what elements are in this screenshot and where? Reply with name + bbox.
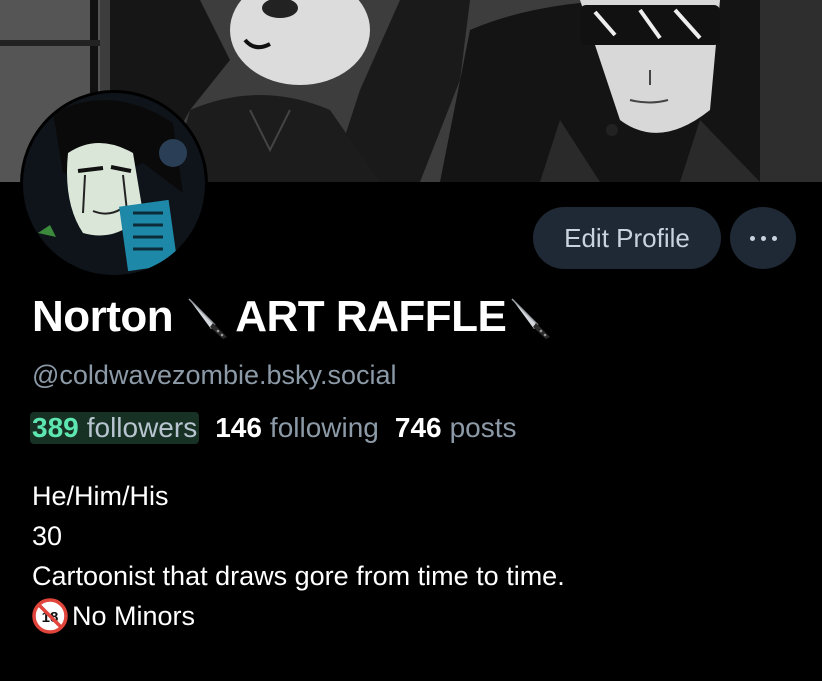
- bio-age: 30: [32, 521, 63, 551]
- following-link[interactable]: 146 following: [215, 412, 379, 444]
- profile-stats: 389 followers 146 following 746 posts: [30, 412, 533, 444]
- bio-no-minors-text: No Minors: [72, 601, 196, 631]
- more-options-button[interactable]: [730, 207, 796, 269]
- ellipsis-icon: [747, 235, 780, 241]
- avatar-artwork: [23, 93, 205, 275]
- edit-profile-label: Edit Profile: [564, 222, 690, 253]
- avatar[interactable]: [20, 90, 208, 278]
- display-name: Norton ART RAFFLE: [32, 292, 558, 342]
- posts-count: 746: [394, 412, 442, 443]
- kitchen-knife-icon: [508, 293, 556, 341]
- posts-label: posts: [449, 412, 517, 443]
- followers-count: 389: [32, 412, 79, 443]
- bio-no-minors: 18 No Minors: [32, 596, 565, 636]
- no-one-under-eighteen-icon: 18: [32, 598, 68, 634]
- following-label: following: [269, 412, 379, 443]
- following-count: 146: [215, 412, 262, 443]
- kitchen-knife-icon: [185, 293, 233, 341]
- followers-link[interactable]: 389 followers: [30, 412, 200, 444]
- display-name-part2: ART RAFFLE: [235, 292, 507, 341]
- profile-bio: He/Him/His 30 Cartoonist that draws gore…: [32, 476, 565, 636]
- followers-label: followers: [86, 412, 198, 443]
- posts-count-text: 746 posts: [395, 412, 517, 444]
- display-name-part1: Norton: [32, 292, 174, 341]
- bio-description: Cartoonist that draws gore from time to …: [32, 561, 565, 591]
- bio-pronouns: He/Him/His: [32, 481, 169, 511]
- user-handle: @coldwavezombie.bsky.social: [32, 360, 397, 390]
- edit-profile-button[interactable]: Edit Profile: [533, 207, 721, 269]
